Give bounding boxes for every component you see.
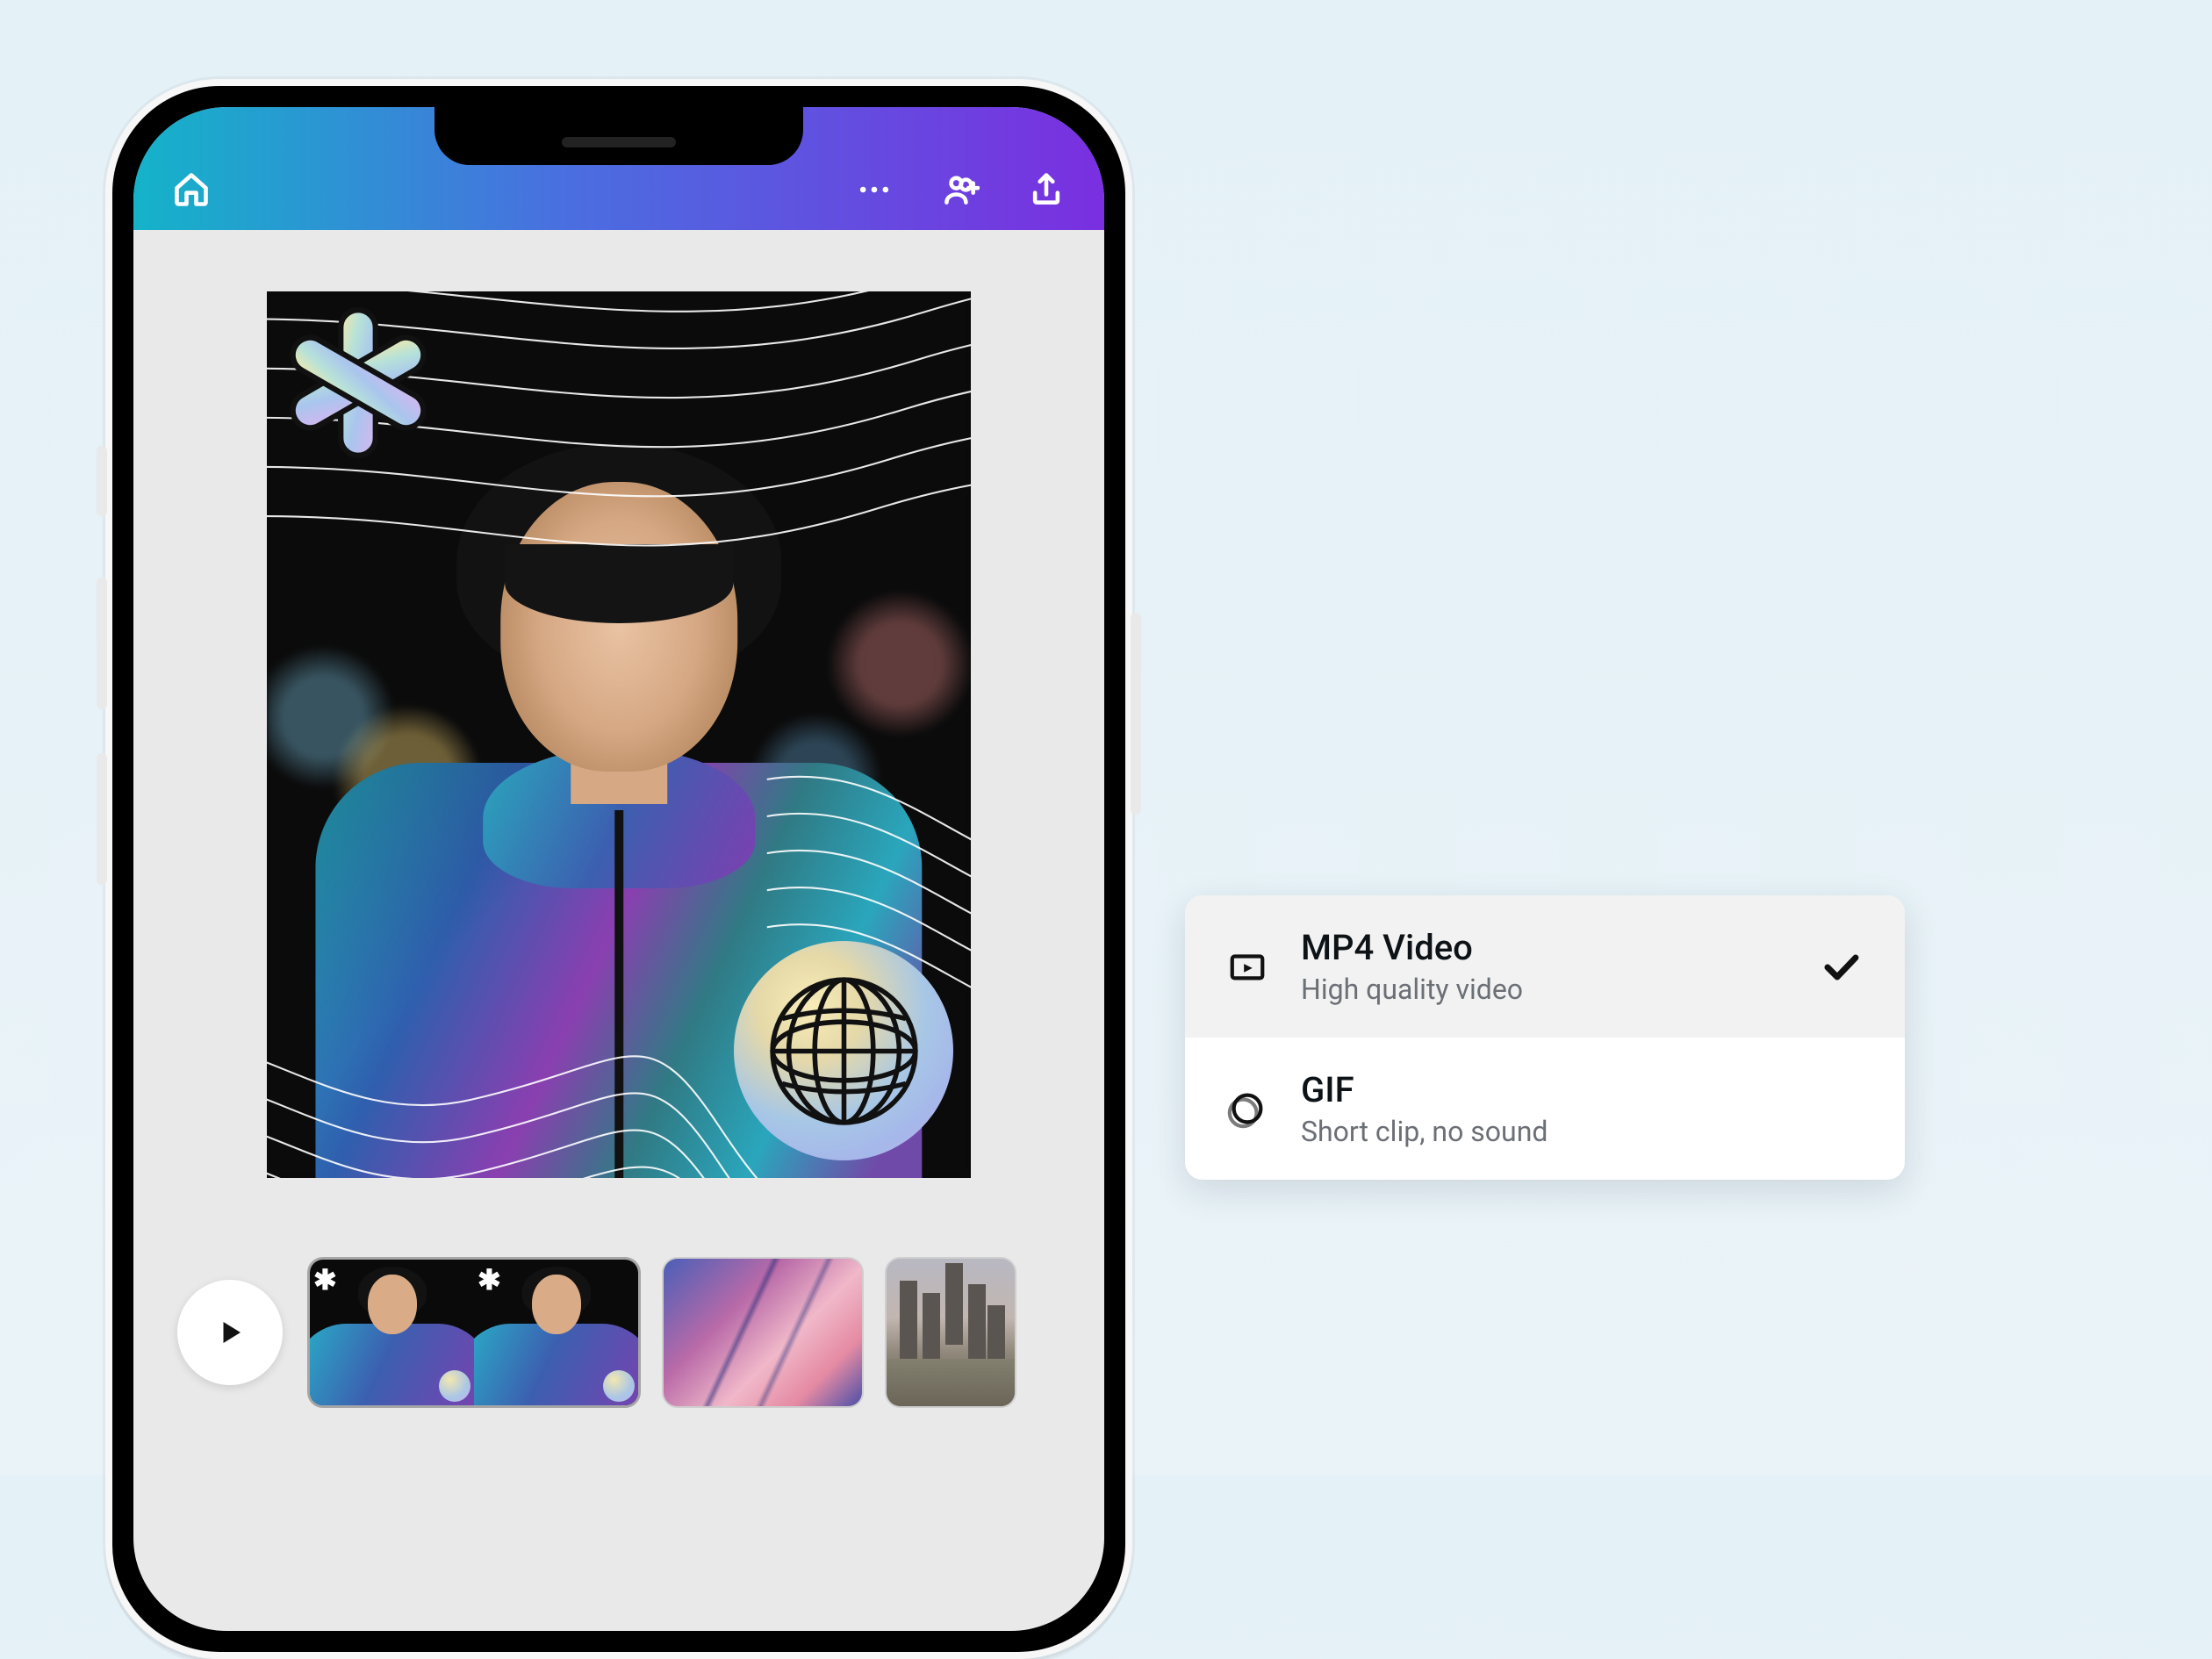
timeline-strip: ✱ ✱ — [133, 1213, 1104, 1452]
phone-screen: ✱ ✱ — [133, 107, 1104, 1631]
timeline-thumbnail[interactable]: ✱ ✱ — [307, 1257, 641, 1408]
check-icon — [1817, 942, 1866, 991]
play-button[interactable] — [177, 1280, 283, 1385]
phone-notch — [434, 107, 803, 165]
asterisk-sticker[interactable] — [279, 304, 437, 462]
phone-side-button — [97, 753, 107, 885]
export-option-subtitle: Short clip, no sound — [1301, 1115, 1866, 1148]
phone-device-frame: ✱ ✱ — [105, 79, 1132, 1659]
export-option-subtitle: High quality video — [1301, 973, 1787, 1006]
more-button[interactable] — [851, 167, 897, 212]
phone-side-button — [97, 578, 107, 709]
editor-canvas-area — [133, 230, 1104, 1213]
thumbnail-list: ✱ ✱ — [307, 1257, 1016, 1408]
globe-sticker[interactable] — [734, 941, 953, 1160]
export-format-panel: MP4 Video High quality video GIF Short c… — [1185, 895, 1905, 1180]
play-icon — [214, 1317, 246, 1348]
phone-side-button — [97, 446, 107, 516]
design-canvas[interactable] — [267, 291, 971, 1178]
export-option-gif[interactable]: GIF Short clip, no sound — [1185, 1038, 1905, 1180]
collaborate-icon — [941, 170, 980, 209]
phone-side-button — [1131, 613, 1141, 815]
collaborate-button[interactable] — [937, 167, 983, 212]
timeline-thumbnail[interactable] — [662, 1257, 864, 1408]
home-button[interactable] — [169, 167, 214, 212]
more-icon — [855, 170, 894, 209]
timeline-thumbnail[interactable] — [885, 1257, 1016, 1408]
share-icon — [1027, 170, 1066, 209]
home-icon — [172, 170, 211, 209]
share-button[interactable] — [1023, 167, 1069, 212]
gif-icon — [1224, 1085, 1271, 1132]
export-option-title: GIF — [1301, 1069, 1866, 1111]
export-option-mp4[interactable]: MP4 Video High quality video — [1185, 895, 1905, 1038]
export-option-title: MP4 Video — [1301, 927, 1787, 969]
video-file-icon — [1224, 943, 1271, 990]
